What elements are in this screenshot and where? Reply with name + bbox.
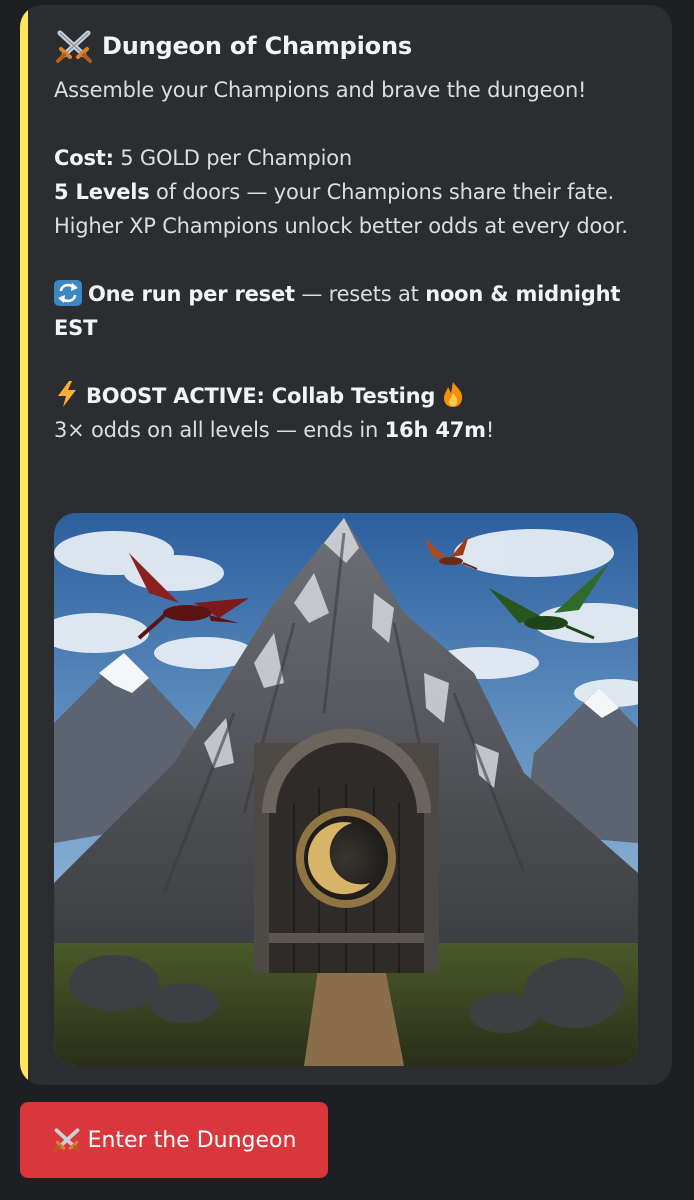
crossed-swords-icon <box>53 1128 81 1153</box>
lightning-icon <box>58 381 76 407</box>
embed-accent-bar <box>20 5 28 1085</box>
boost-suffix: ! <box>485 418 495 442</box>
fire-icon <box>444 382 463 407</box>
boost-details: 3× odds on all levels — ends in 16h 47m! <box>54 413 654 447</box>
enter-dungeon-button[interactable]: Enter the Dungeon <box>20 1102 328 1178</box>
crossed-swords-icon <box>56 30 92 63</box>
cost-line: Cost: 5 GOLD per Champion <box>54 141 654 175</box>
dungeon-embed: Dungeon of Champions Assemble your Champ… <box>20 5 672 1085</box>
levels-label: 5 Levels <box>54 180 150 204</box>
embed-description: Assemble your Champions and brave the du… <box>54 73 654 447</box>
dungeon-mountain-image[interactable] <box>54 513 638 1066</box>
boost-label: BOOST ACTIVE: Collab Testing <box>86 384 436 408</box>
reset-label: One run per reset <box>88 282 295 306</box>
boost-text: 3× odds on all levels — ends in <box>54 418 385 442</box>
boost-line: BOOST ACTIVE: Collab Testing <box>54 379 654 413</box>
levels-line: 5 Levels of doors — your Champions share… <box>54 175 654 243</box>
embed-title: Dungeon of Champions <box>102 32 412 60</box>
intro-text: Assemble your Champions and brave the du… <box>54 78 587 102</box>
boost-time: 16h 47m <box>384 418 486 442</box>
reset-text: — resets at <box>294 282 426 306</box>
embed-title-row: Dungeon of Champions <box>54 29 654 63</box>
cost-value: 5 GOLD per Champion <box>113 146 353 170</box>
repeat-icon <box>54 280 82 306</box>
embed-body: Dungeon of Champions Assemble your Champ… <box>54 29 654 447</box>
reset-line: One run per reset — resets at noon & mid… <box>54 277 654 345</box>
cost-label: Cost: <box>54 146 114 170</box>
enter-dungeon-label: Enter the Dungeon <box>87 1127 297 1153</box>
